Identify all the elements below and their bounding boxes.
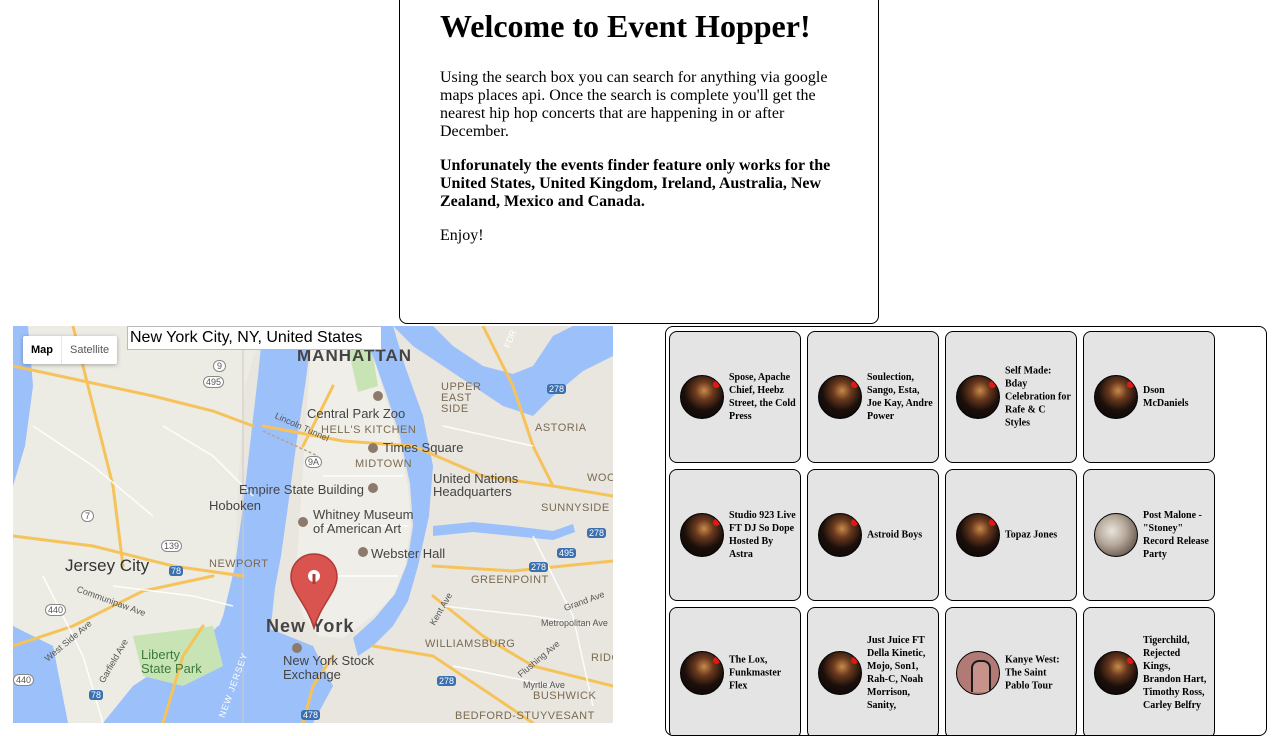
poi-markers <box>292 391 383 653</box>
event-card[interactable]: Kanye West: The Saint Pablo Tour <box>945 607 1077 735</box>
event-thumbnail <box>818 513 862 557</box>
map-type-satellite-button[interactable]: Satellite <box>61 336 117 364</box>
event-thumbnail <box>680 651 724 695</box>
event-card[interactable]: Astroid Boys <box>807 469 939 601</box>
event-card[interactable]: The Lox, Funkmaster Flex <box>669 607 801 735</box>
welcome-title: Welcome to Event Hopper! <box>440 8 811 44</box>
event-title: Post Malone - "Stoney" Record Release Pa… <box>1143 510 1209 560</box>
events-panel: Spose, Apache Chief, Heebz Street, the C… <box>665 326 1267 736</box>
event-card[interactable]: Spose, Apache Chief, Heebz Street, the C… <box>669 331 801 463</box>
event-thumbnail <box>818 651 862 695</box>
event-thumbnail <box>680 513 724 557</box>
event-card[interactable]: Dson McDaniels <box>1083 331 1215 463</box>
event-card[interactable]: Topaz Jones <box>945 469 1077 601</box>
places-search-input[interactable] <box>127 326 382 350</box>
event-title: Tigerchild, Rejected Kings, Brandon Hart… <box>1143 635 1207 711</box>
welcome-intro: Using the search box you can search for … <box>440 69 828 140</box>
welcome-panel: Welcome to Event Hopper! Using the searc… <box>399 0 879 324</box>
event-thumbnail <box>1094 651 1138 695</box>
event-thumbnail <box>956 513 1000 557</box>
event-title: Dson McDaniels <box>1143 385 1189 409</box>
event-title: Topaz Jones <box>1005 529 1058 541</box>
welcome-closing: Enjoy! <box>440 227 484 244</box>
event-thumbnail <box>1094 513 1138 557</box>
welcome-notice: Unforunately the events finder feature o… <box>440 157 831 210</box>
event-title: Studio 923 Live FT DJ So Dope Hosted By … <box>729 510 796 560</box>
event-thumbnail <box>680 375 724 419</box>
map[interactable]: MANHATTAN UPPER EAST SIDE Central Park Z… <box>13 326 613 723</box>
event-card[interactable]: Studio 923 Live FT DJ So Dope Hosted By … <box>669 469 801 601</box>
map-type-map-button[interactable]: Map <box>23 336 61 364</box>
event-title: Spose, Apache Chief, Heebz Street, the C… <box>729 372 796 422</box>
map-type-control: Map Satellite <box>23 336 118 364</box>
event-title: Self Made: Bday Celebration for Rafe & C… <box>1005 365 1071 429</box>
event-thumbnail <box>956 375 1000 419</box>
event-card[interactable]: Post Malone - "Stoney" Record Release Pa… <box>1083 469 1215 601</box>
event-thumbnail <box>956 651 1000 695</box>
event-title: Astroid Boys <box>867 529 923 541</box>
event-title: Just Juice FT Della Kinetic, Mojo, Son1,… <box>867 635 926 711</box>
event-card[interactable]: Just Juice FT Della Kinetic, Mojo, Son1,… <box>807 607 939 735</box>
event-card[interactable]: Soulection, Sango, Esta, Joe Kay, Andre … <box>807 331 939 463</box>
event-card[interactable]: Self Made: Bday Celebration for Rafe & C… <box>945 331 1077 463</box>
event-thumbnail <box>1094 375 1138 419</box>
event-thumbnail <box>818 375 862 419</box>
event-card[interactable]: Tigerchild, Rejected Kings, Brandon Hart… <box>1083 607 1215 735</box>
event-title: Soulection, Sango, Esta, Joe Kay, Andre … <box>867 372 933 422</box>
event-title: The Lox, Funkmaster Flex <box>729 654 782 692</box>
location-pin-icon[interactable] <box>289 552 339 630</box>
event-title: Kanye West: The Saint Pablo Tour <box>1005 654 1060 692</box>
